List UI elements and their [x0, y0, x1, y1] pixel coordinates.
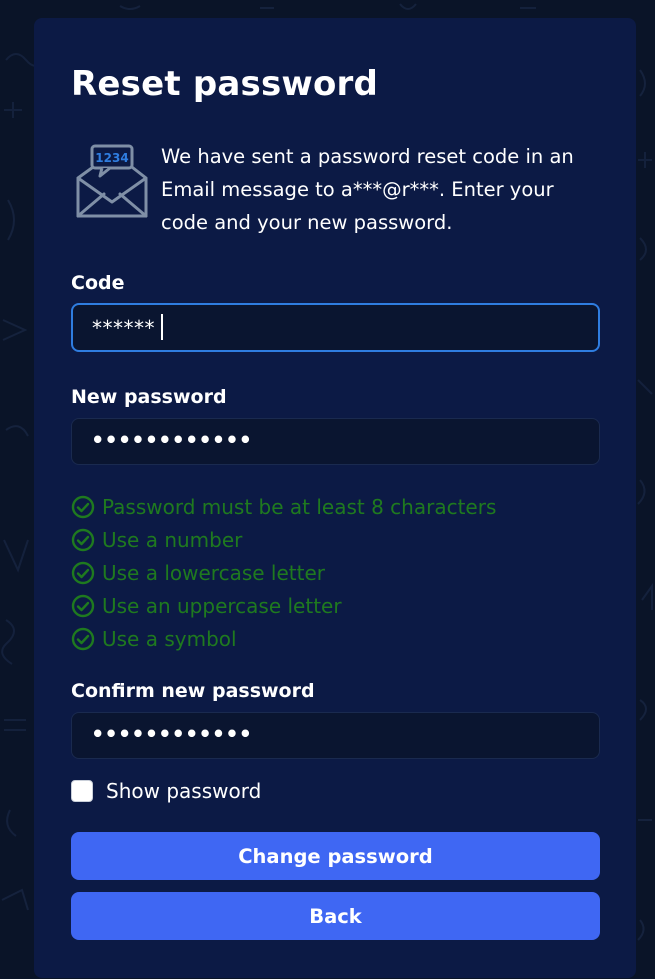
requirement-symbol: Use a symbol [71, 622, 496, 655]
reset-password-card: Reset password 1234 We have sent a passw… [34, 18, 636, 978]
show-password-label[interactable]: Show password [106, 779, 261, 803]
check-circle-icon [71, 561, 95, 584]
requirement-min-length: Password must be at least 8 characters [71, 490, 496, 523]
code-label: Code [71, 272, 125, 294]
check-circle-icon [71, 495, 95, 518]
requirement-number: Use a number [71, 523, 496, 556]
envelope-code-text: 1234 [95, 151, 128, 165]
code-input-value: ****** [92, 316, 155, 340]
confirm-password-label: Confirm new password [71, 680, 315, 702]
requirement-uppercase: Use an uppercase letter [71, 589, 496, 622]
back-button[interactable]: Back [71, 892, 600, 940]
confirm-password-input[interactable]: •••••••••••• [71, 712, 600, 759]
new-password-input[interactable]: •••••••••••• [71, 418, 600, 465]
page-title: Reset password [71, 64, 379, 104]
reset-code-sent-message: We have sent a password reset code in an… [161, 145, 574, 234]
requirement-text: Password must be at least 8 characters [102, 494, 497, 519]
check-circle-icon [71, 627, 95, 650]
new-password-label: New password [71, 386, 227, 408]
envelope-code-icon: 1234 [72, 142, 152, 222]
confirm-password-masked-value: •••••••••••• [91, 722, 253, 746]
password-requirements-list: Password must be at least 8 characters U… [71, 490, 496, 655]
requirement-text: Use a lowercase letter [102, 560, 325, 585]
requirement-text: Use a symbol [102, 626, 237, 651]
requirement-text: Use an uppercase letter [102, 593, 342, 618]
text-caret [161, 314, 163, 340]
new-password-masked-value: •••••••••••• [91, 428, 253, 452]
show-password-checkbox[interactable] [71, 780, 93, 802]
requirement-text: Use a number [102, 527, 243, 552]
check-circle-icon [71, 594, 95, 617]
show-password-row[interactable]: Show password [71, 776, 261, 806]
change-password-button[interactable]: Change password [71, 832, 600, 880]
requirement-lowercase: Use a lowercase letter [71, 556, 496, 589]
code-input[interactable]: ****** [71, 303, 600, 352]
check-circle-icon [71, 528, 95, 551]
